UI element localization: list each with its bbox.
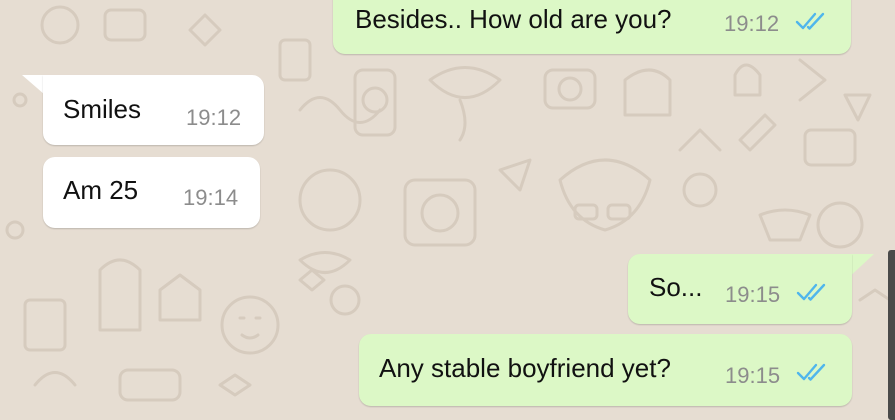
message-text: Smiles	[63, 94, 142, 124]
message-bubble-outgoing[interactable]: Besides.. How old are you? 19:12	[333, 0, 851, 54]
message-text: So...	[649, 272, 703, 302]
message-bubble-outgoing[interactable]: So... 19:15	[628, 254, 852, 324]
message-bubble-incoming[interactable]: Smiles 19:12	[43, 75, 264, 145]
double-check-read-icon	[795, 12, 825, 30]
message-bubble-outgoing[interactable]: Any stable boyfriend yet? 19:15	[359, 334, 852, 406]
double-check-read-icon	[796, 363, 826, 381]
message-bubble-incoming[interactable]: Am 25 19:14	[43, 157, 260, 228]
chat-scrollbar[interactable]	[888, 250, 895, 420]
message-time: 19:15	[725, 282, 781, 307]
message-time: 19:15	[725, 363, 781, 388]
message-text: Any stable boyfriend yet?	[379, 353, 671, 383]
message-time: 19:12	[724, 11, 780, 36]
message-text: Besides.. How old are you?	[355, 4, 672, 34]
message-time: 19:14	[183, 185, 239, 210]
message-text: Am 25	[63, 175, 139, 205]
message-time: 19:12	[186, 105, 242, 130]
double-check-read-icon	[796, 283, 826, 301]
